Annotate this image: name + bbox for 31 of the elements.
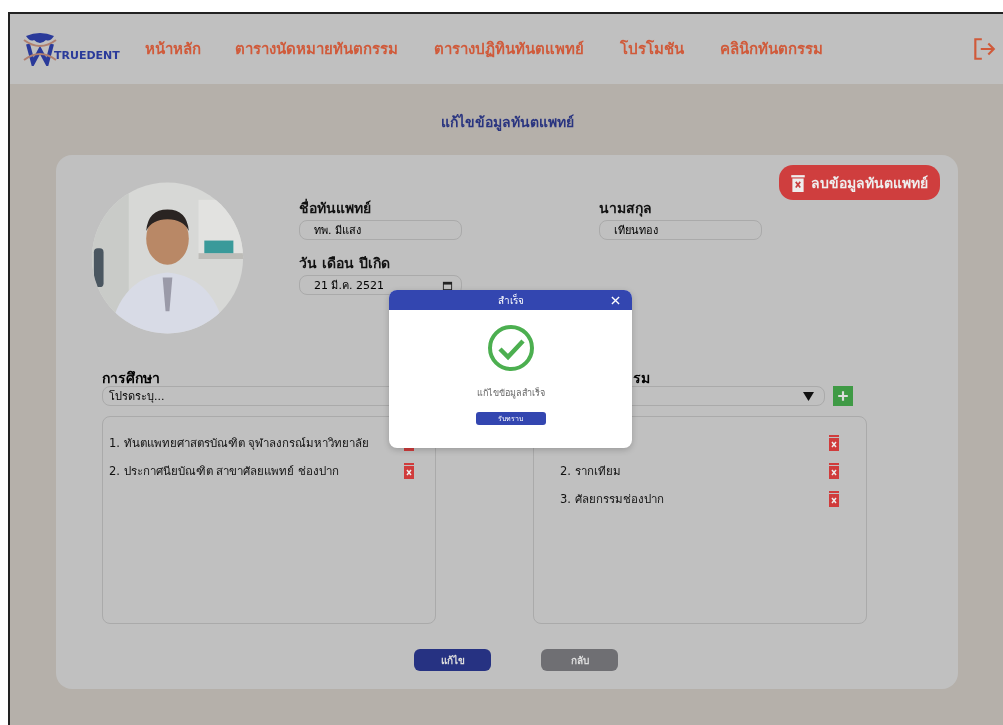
section-heading: การศึกษา: [102, 369, 161, 386]
save-button[interactable]: แก้ไข: [414, 649, 491, 671]
calendar-icon[interactable]: [442, 279, 453, 291]
trash-icon[interactable]: [828, 463, 840, 479]
delete-button[interactable]: ลบข้อมูลทันตแพทย์: [779, 165, 940, 200]
dialog-message: แก้ไขข้อมูลสำเร็จ: [476, 386, 545, 400]
input-field[interactable]: เทียนทอง: [599, 220, 762, 240]
field-label: นามสกุล: [599, 199, 653, 219]
page-title: แก้ไขข้อมูลทันตแพทย์: [439, 113, 575, 133]
section-heading: รม: [632, 369, 651, 386]
dialog-title: สำเร็จ: [497, 292, 524, 308]
check-circle-icon: [486, 324, 535, 372]
field-label: วัน เดือน ปีเกิด: [299, 254, 391, 273]
caret-icon: [803, 391, 814, 401]
field-label: ชื่อทันแพทย์: [299, 197, 372, 218]
list-item: 2. ประกาศนียบัณฑิต สาขาศัลยแพทย์ ช่องปาก: [109, 463, 339, 480]
logo[interactable]: TRUEDENT: [20, 32, 145, 66]
plus-icon: [837, 390, 849, 402]
trash-icon: [791, 173, 805, 192]
logo-text: TRUEDENT: [54, 49, 120, 62]
trash-icon[interactable]: [828, 491, 840, 507]
add-button[interactable]: [833, 386, 853, 406]
trash-icon[interactable]: [828, 435, 840, 451]
trash-icon[interactable]: [403, 463, 415, 479]
close-icon[interactable]: [611, 295, 620, 305]
logout-icon[interactable]: [971, 36, 997, 62]
list-item: 2. รากเทียม: [560, 463, 621, 480]
list-item: 3. ศัลยกรรมช่องปาก: [560, 491, 664, 508]
back-button[interactable]: กลับ: [541, 649, 618, 671]
list-item: 1. ทันตแพทยศาสตรบัณฑิต จุฬาลงกรณ์มหาวิทยาลัย: [109, 435, 370, 452]
input-field[interactable]: ทพ. มีแสง: [299, 220, 462, 240]
